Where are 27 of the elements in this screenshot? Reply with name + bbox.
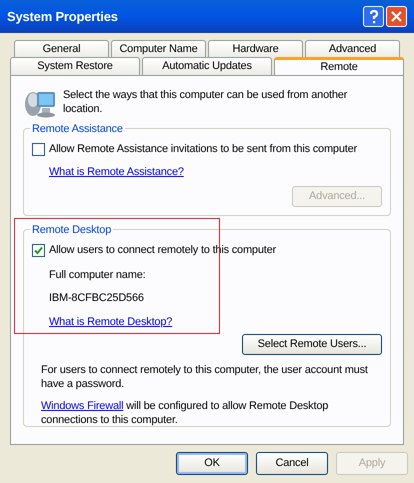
select-users-button[interactable]: Select Remote Users... [242,334,382,355]
tab[interactable]: Advanced [305,40,400,58]
checkbox[interactable] [32,244,45,257]
firewall-text: Windows Firewall will be configured to allow Remote Desktop connections to this computer. [41,399,330,427]
intro-text: Select the ways that this computer can be used from another location. [63,88,348,116]
checkbox[interactable] [32,142,45,156]
close-icon [391,11,402,22]
tab[interactable]: General [14,40,109,58]
computer-name: IBM-8CFBC25D566 [49,291,144,306]
tab[interactable]: Computer Name [111,40,206,58]
tab[interactable]: Hardware [208,40,303,58]
tab[interactable]: Automatic Updates [142,57,272,75]
firewall-link[interactable]: Windows Firewall [41,400,124,412]
help-link[interactable]: What is Remote Desktop? [49,314,172,330]
help-button[interactable] [363,6,384,27]
field-label: Full computer name: [49,268,146,282]
group-title: Remote Desktop [30,222,114,238]
tab[interactable]: System Restore [10,57,140,75]
help-icon [368,10,378,24]
window-title: System Properties [7,8,119,26]
note-text: For users to connect remotely to this computer, the user account must have a password. [41,363,369,391]
tab[interactable]: Remote [274,57,404,75]
dialog-button[interactable]: OK [176,452,248,475]
help-link[interactable]: What is Remote Assistance? [49,164,184,180]
close-button[interactable] [386,6,407,27]
checkbox-label[interactable]: Allow Remote Assistance invitations to be sent from this computer [49,141,357,158]
dialog-button[interactable]: Cancel [256,452,328,475]
